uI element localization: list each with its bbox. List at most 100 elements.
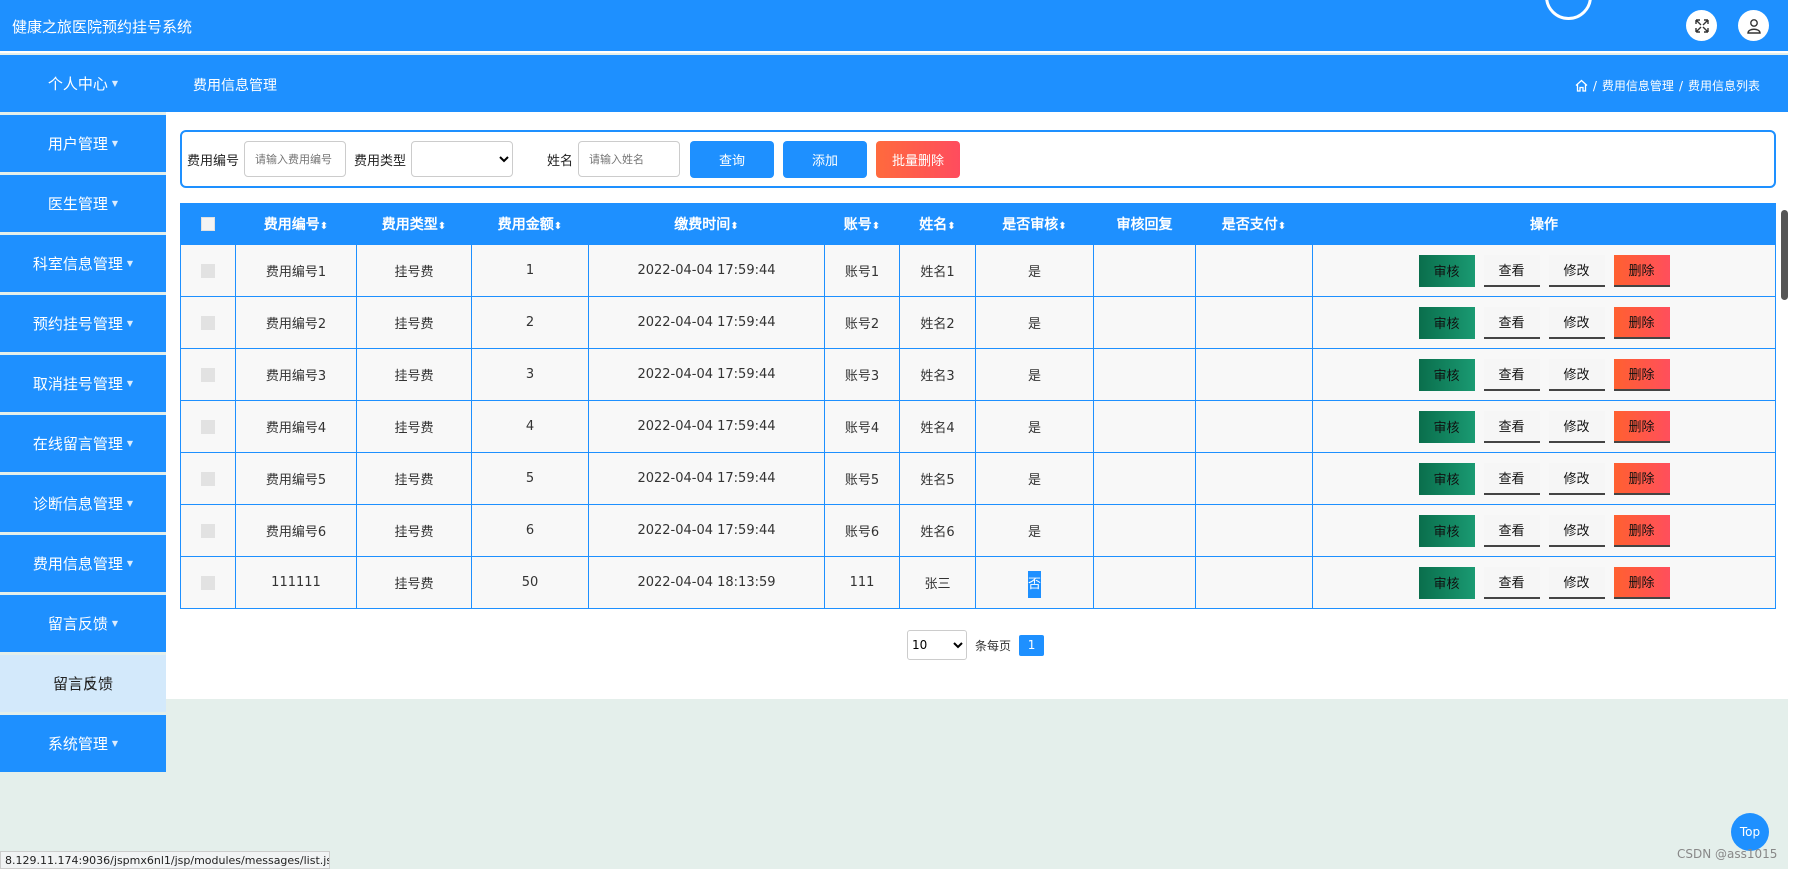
view-button[interactable]: 查看	[1483, 462, 1540, 495]
view-button[interactable]: 查看	[1483, 306, 1540, 339]
row-checkbox[interactable]	[201, 263, 215, 278]
cell-amount: 50	[471, 556, 589, 609]
view-button[interactable]: 查看	[1483, 566, 1540, 599]
header-fee-type[interactable]: 费用类型⬍	[356, 203, 472, 245]
delete-button[interactable]: 删除	[1613, 306, 1670, 339]
cell-pay-time: 2022-04-04 17:59:44	[588, 296, 825, 349]
header-reviewed[interactable]: 是否审核⬍	[975, 203, 1094, 245]
caret-down-icon: ▼	[111, 199, 119, 208]
select-all-checkbox[interactable]	[201, 217, 215, 231]
audit-button[interactable]: 审核	[1418, 410, 1475, 443]
sort-icon: ⬍	[553, 221, 563, 232]
cell-name: 姓名1	[899, 244, 976, 297]
sidebar-item-appointment-management[interactable]: 预约挂号管理 ▼	[0, 295, 166, 352]
cell-paid	[1195, 296, 1313, 349]
audit-button[interactable]: 审核	[1418, 358, 1475, 391]
home-icon[interactable]	[1575, 79, 1588, 92]
sidebar-item-feedback[interactable]: 留言反馈 ▼	[0, 595, 166, 652]
delete-button[interactable]: 删除	[1613, 514, 1670, 547]
sidebar-item-label: 诊断信息管理	[32, 495, 123, 513]
name-input[interactable]	[578, 141, 681, 177]
edit-button[interactable]: 修改	[1548, 566, 1605, 599]
header-name[interactable]: 姓名⬍	[899, 203, 976, 245]
breadcrumb-item[interactable]: 费用信息管理	[1602, 77, 1674, 94]
sidebar-item-message-management[interactable]: 在线留言管理 ▼	[0, 415, 166, 472]
search-form: 费用编号 费用类型 姓名 查询 添加 批量删除	[180, 130, 1776, 188]
edit-button[interactable]: 修改	[1548, 306, 1605, 339]
status-url: 8.129.11.174:9036/jspmx6nl1/jsp/modules/…	[0, 851, 330, 869]
fullscreen-icon[interactable]	[1686, 10, 1717, 41]
page-size-select[interactable]: 10	[907, 630, 967, 660]
audit-button[interactable]: 审核	[1418, 514, 1475, 547]
edit-button[interactable]: 修改	[1548, 410, 1605, 443]
sidebar-item-doctor-management[interactable]: 医生管理 ▼	[0, 175, 166, 232]
delete-button[interactable]: 删除	[1613, 254, 1670, 287]
caret-down-icon: ▼	[111, 139, 119, 148]
row-checkbox[interactable]	[201, 523, 215, 538]
cell-review-reply	[1093, 452, 1196, 505]
page-number[interactable]: 1	[1019, 634, 1045, 656]
sidebar-item-cancel-management[interactable]: 取消挂号管理 ▼	[0, 355, 166, 412]
delete-button[interactable]: 删除	[1613, 566, 1670, 599]
row-checkbox[interactable]	[201, 575, 215, 590]
sidebar-item-diagnosis-management[interactable]: 诊断信息管理 ▼	[0, 475, 166, 532]
cell-ops: 审核 查看 修改 删除	[1312, 556, 1776, 609]
row-checkbox[interactable]	[201, 419, 215, 434]
view-button[interactable]: 查看	[1483, 514, 1540, 547]
header-pay-time[interactable]: 缴费时间⬍	[588, 203, 825, 245]
query-button[interactable]: 查询	[690, 140, 775, 178]
row-checkbox[interactable]	[201, 367, 215, 382]
sidebar-item-personal-center[interactable]: 个人中心 ▼	[0, 55, 166, 112]
delete-button[interactable]: 删除	[1613, 462, 1670, 495]
edit-button[interactable]: 修改	[1548, 254, 1605, 287]
sidebar-item-user-management[interactable]: 用户管理 ▼	[0, 115, 166, 172]
header-account[interactable]: 账号⬍	[824, 203, 900, 245]
row-select-cell	[180, 400, 236, 453]
cell-fee-no: 费用编号1	[235, 244, 357, 297]
header-paid[interactable]: 是否支付⬍	[1195, 203, 1313, 245]
fee-no-input[interactable]	[244, 141, 347, 177]
view-button[interactable]: 查看	[1483, 254, 1540, 287]
sidebar-item-fee-management[interactable]: 费用信息管理 ▼	[0, 535, 166, 592]
cell-review-reply	[1093, 296, 1196, 349]
cell-ops: 审核 查看 修改 删除	[1312, 504, 1776, 557]
audit-button[interactable]: 审核	[1418, 566, 1475, 599]
sort-icon: ⬍	[1058, 221, 1067, 232]
caret-down-icon: ▼	[126, 379, 134, 388]
table-row: 费用编号2 挂号费 2 2022-04-04 17:59:44 账号2 姓名2 是 审核 查…	[180, 296, 1776, 349]
avatar[interactable]	[1545, 0, 1592, 20]
edit-button[interactable]: 修改	[1548, 358, 1605, 391]
delete-button[interactable]: 删除	[1613, 358, 1670, 391]
scroll-top-button[interactable]: Top	[1731, 813, 1769, 851]
cell-pay-time: 2022-04-04 17:59:44	[588, 244, 825, 297]
table-row: 费用编号1 挂号费 1 2022-04-04 17:59:44 账号1 姓名1 是 审核 查…	[180, 244, 1776, 297]
view-button[interactable]: 查看	[1483, 410, 1540, 443]
sidebar-item-label: 留言反馈	[52, 675, 113, 693]
add-button[interactable]: 添加	[783, 140, 868, 178]
row-actions: 审核 查看 修改 删除	[1313, 514, 1775, 547]
audit-button[interactable]: 审核	[1418, 462, 1475, 495]
row-checkbox[interactable]	[201, 471, 215, 486]
user-icon[interactable]	[1738, 10, 1769, 41]
cell-paid	[1195, 244, 1313, 297]
scrollbar[interactable]	[1781, 210, 1788, 300]
delete-button[interactable]: 删除	[1613, 410, 1670, 443]
audit-button[interactable]: 审核	[1418, 306, 1475, 339]
sidebar-subitem-feedback[interactable]: 留言反馈	[0, 655, 166, 712]
row-checkbox[interactable]	[201, 315, 215, 330]
edit-button[interactable]: 修改	[1548, 462, 1605, 495]
cell-fee-no: 费用编号5	[235, 452, 357, 505]
audit-button[interactable]: 审核	[1418, 254, 1475, 287]
header-label: 是否支付	[1221, 217, 1278, 233]
fee-type-select[interactable]	[411, 141, 514, 177]
sidebar-item-system-management[interactable]: 系统管理 ▼	[0, 715, 166, 772]
view-button[interactable]: 查看	[1483, 358, 1540, 391]
batch-delete-button[interactable]: 批量删除	[876, 140, 961, 178]
header-amount[interactable]: 费用金额⬍	[471, 203, 589, 245]
watermark: CSDN @ass1015	[1677, 847, 1778, 861]
sidebar-item-department-management[interactable]: 科室信息管理 ▼	[0, 235, 166, 292]
select-all-cell	[180, 203, 236, 245]
cell-account: 账号1	[824, 244, 900, 297]
header-fee-no[interactable]: 费用编号⬍	[235, 203, 357, 245]
edit-button[interactable]: 修改	[1548, 514, 1605, 547]
